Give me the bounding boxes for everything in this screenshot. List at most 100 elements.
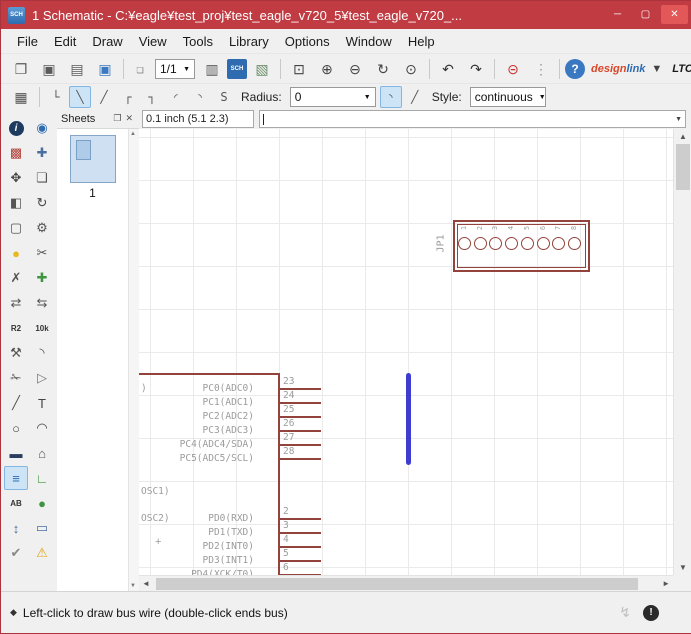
maximize-button[interactable]: ▢ (632, 5, 659, 24)
export-image-button[interactable]: ▣ (92, 56, 118, 82)
arc-button[interactable]: ◠ (30, 416, 54, 440)
display-button[interactable]: ▩ (4, 141, 28, 165)
command-input[interactable]: ▼ (259, 110, 686, 128)
dropdown-icon[interactable]: ▼ (645, 63, 662, 75)
frame-button[interactable]: ▭ (30, 516, 54, 540)
dropdown-icon[interactable]: ▼ (533, 94, 546, 101)
scroll-down-icon[interactable]: ▼ (130, 583, 136, 589)
info-button[interactable]: i (4, 116, 28, 140)
group-button[interactable]: ▢ (4, 216, 28, 240)
split-button[interactable]: ✁ (4, 366, 28, 390)
junction-button[interactable]: ● (30, 491, 54, 515)
pinswap-button[interactable]: ⇄ (4, 291, 28, 315)
paste-button[interactable]: ● (4, 241, 28, 265)
style-combo[interactable]: continuous ▼ (469, 87, 546, 107)
board-button[interactable]: ▧ (249, 56, 275, 82)
close-panel-icon[interactable]: ✕ (123, 113, 135, 124)
schematic-button[interactable]: SCH (227, 59, 247, 79)
help-button[interactable]: ? (565, 59, 585, 79)
change-button[interactable]: ⚙ (30, 216, 54, 240)
save-button[interactable]: ▣ (36, 56, 62, 82)
horizontal-scrollbar[interactable]: ◄ ► (139, 575, 673, 592)
menu-library[interactable]: Library (221, 32, 277, 51)
radius-combo[interactable]: 0 ▼ (289, 87, 376, 107)
label-button[interactable]: AB (4, 491, 28, 515)
use-library-button[interactable]: ▥ (199, 56, 225, 82)
bend-diag-end-button[interactable]: ╲ (69, 86, 91, 108)
delete-button[interactable]: ✗ (4, 266, 28, 290)
value-button[interactable]: 10k (30, 316, 54, 340)
zoom-select-button[interactable]: ⊙ (398, 56, 424, 82)
open-button[interactable]: ❐ (8, 56, 34, 82)
zoom-redraw-button[interactable]: ↻ (370, 56, 396, 82)
mark-button[interactable]: ✚ (30, 141, 54, 165)
mirror-button[interactable]: ◧ (4, 191, 28, 215)
rect-button[interactable]: ▬ (4, 441, 28, 465)
cut-button[interactable]: ✂ (30, 241, 54, 265)
close-button[interactable]: ✕ (661, 5, 688, 24)
menu-view[interactable]: View (131, 32, 175, 51)
bend-90-hv-button[interactable]: ┌ (117, 86, 139, 108)
menu-options[interactable]: Options (277, 32, 338, 51)
schematic-canvas[interactable]: PC0(ADC0) 23 PC1(ADC1) 24 PC2(ADC2) 25 PC3(ADC… (139, 129, 673, 575)
dimension-button[interactable]: ↕ (4, 516, 28, 540)
net-button[interactable]: ∟ (30, 466, 54, 490)
name-button[interactable]: R2 (4, 316, 28, 340)
bend-90-vh-button[interactable]: └ (45, 86, 67, 108)
sheet-icon[interactable]: ❏ (129, 58, 151, 80)
float-panel-icon[interactable]: ❐ (111, 113, 123, 124)
menu-help[interactable]: Help (400, 32, 443, 51)
bus-button[interactable]: ≡ (4, 466, 28, 490)
scroll-up-icon[interactable]: ▲ (674, 132, 691, 141)
add-button[interactable]: ✚ (30, 266, 54, 290)
ltcspice-button[interactable]: LTCspice▼ (672, 63, 691, 75)
horizontal-scrollbar-thumb[interactable] (156, 578, 638, 590)
scroll-down-icon[interactable]: ▼ (674, 563, 691, 572)
show-button[interactable]: ◉ (30, 116, 54, 140)
vertical-scrollbar[interactable]: ▲ ▼ (673, 129, 691, 575)
print-button[interactable]: ▤ (64, 56, 90, 82)
designlink-button[interactable]: design link ▼ (591, 63, 662, 75)
vertical-scrollbar-thumb[interactable] (676, 144, 690, 190)
wire-button[interactable]: ╱ (4, 391, 28, 415)
menu-edit[interactable]: Edit (46, 32, 84, 51)
copy-button[interactable]: ❏ (30, 166, 54, 190)
scroll-right-icon[interactable]: ► (662, 579, 670, 588)
gateswap-button[interactable]: ⇆ (30, 291, 54, 315)
text-button[interactable]: T (30, 391, 54, 415)
bend-90-button[interactable]: ┐ (141, 86, 163, 108)
menu-draw[interactable]: Draw (84, 32, 130, 51)
sheet-selector[interactable]: 1/1 ▼ (155, 59, 195, 79)
dropdown-icon[interactable]: ▼ (358, 94, 371, 101)
dropdown-icon[interactable]: ▼ (177, 66, 190, 73)
bend-arc-right-button[interactable]: ◝ (189, 86, 211, 108)
menu-tools[interactable]: Tools (175, 32, 221, 51)
lightning-icon[interactable]: ↯ (619, 604, 631, 621)
minimize-button[interactable]: ─ (604, 5, 631, 24)
miter-round-button[interactable]: ◝ (379, 86, 402, 108)
polygon-button[interactable]: ⌂ (30, 441, 54, 465)
command-dropdown-icon[interactable]: ▼ (669, 116, 682, 123)
erc-button[interactable]: ✔ (4, 541, 28, 565)
zoom-fit-button[interactable]: ⊡ (286, 56, 312, 82)
redo-button[interactable]: ↷ (463, 56, 489, 82)
zoom-out-button[interactable]: ⊖ (342, 56, 368, 82)
sheets-scrollbar[interactable]: ▲ ▼ (128, 129, 139, 591)
smash-button[interactable]: ⚒ (4, 341, 28, 365)
titlebar[interactable]: SCH 1 Schematic - C:¥eagle¥test_proj¥tes… (1, 1, 691, 29)
miter-button[interactable]: ◝ (30, 341, 54, 365)
errors-icon[interactable]: ! (643, 604, 659, 621)
pin-line[interactable] (278, 458, 321, 460)
move-button[interactable]: ✥ (4, 166, 28, 190)
scroll-up-icon[interactable]: ▲ (130, 131, 136, 137)
grid-button[interactable]: ▦ (8, 84, 34, 110)
invoke-button[interactable]: ▷ (30, 366, 54, 390)
sheet-thumbnail-1[interactable]: 1 (67, 135, 119, 200)
bend-arc-left-button[interactable]: ◜ (165, 86, 187, 108)
sheets-panel-header[interactable]: Sheets ❐ ✕ (57, 109, 139, 129)
errors-button[interactable]: ⚠ (30, 541, 54, 565)
rotate-button[interactable]: ↻ (30, 191, 54, 215)
menu-file[interactable]: File (9, 32, 46, 51)
bend-diagonal-button[interactable]: ╱ (93, 86, 115, 108)
bus-wire[interactable] (406, 373, 411, 465)
